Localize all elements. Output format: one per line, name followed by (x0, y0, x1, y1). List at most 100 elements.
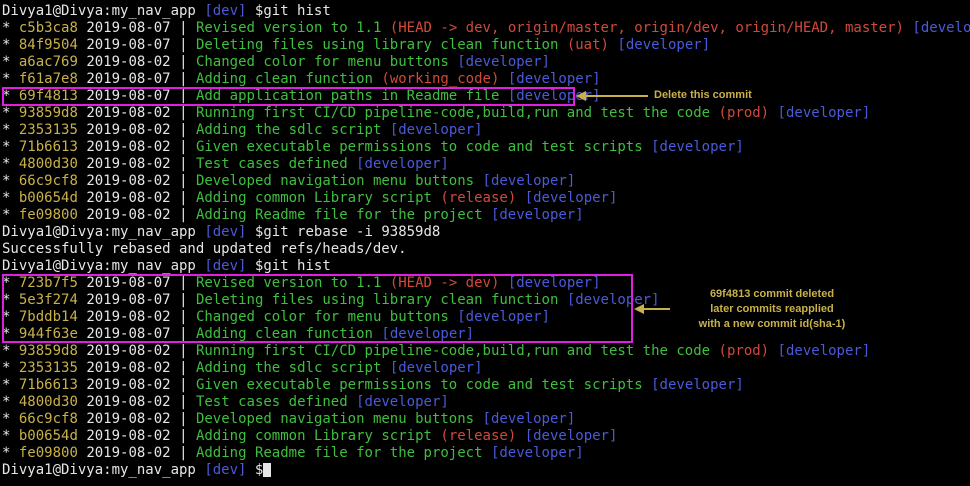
delete-commit-highlight (2, 87, 575, 106)
commit-hash: a6ac769 (18, 54, 78, 70)
commit-message: Test cases defined (195, 394, 348, 410)
arrow-icon (576, 91, 648, 101)
commit-author: [developer] (524, 428, 618, 444)
separator: | (179, 207, 188, 223)
commit-line: * 4800d30 2019-08-02 | Test cases define… (2, 394, 970, 411)
commit-ref: (prod) (718, 105, 770, 121)
commit-date: 2019-08-02 (86, 445, 171, 461)
commit-date: 2019-08-07 (86, 20, 171, 36)
commit-date: 2019-08-02 (86, 377, 171, 393)
graph-star: * (2, 190, 11, 206)
graph-star: * (2, 411, 11, 427)
separator: | (179, 394, 188, 410)
separator: | (179, 105, 188, 121)
separator: | (179, 37, 188, 53)
commit-date: 2019-08-02 (86, 105, 171, 121)
graph-star: * (2, 343, 11, 359)
commit-line: * 93859d8 2019-08-02 | Running first CI/… (2, 343, 970, 360)
commit-date: 2019-08-02 (86, 156, 171, 172)
commit-author: [developer] (356, 156, 449, 172)
commit-message: Changed color for menu buttons (195, 54, 449, 70)
commit-date: 2019-08-02 (86, 428, 171, 444)
commit-ref: (release) (440, 190, 517, 206)
text-cursor[interactable] (263, 463, 272, 477)
graph-star: * (2, 54, 11, 70)
prompt-user: Divya1@Divya:my_nav_app (2, 462, 196, 478)
commit-date: 2019-08-02 (86, 394, 171, 410)
commit-message: Running first CI/CD pipeline-code,build,… (195, 105, 711, 121)
commit-line: * 93859d8 2019-08-02 | Running first CI/… (2, 105, 970, 122)
commit-date: 2019-08-02 (86, 411, 171, 427)
separator: | (179, 411, 188, 427)
graph-star: * (2, 122, 11, 138)
commit-line: * 4800d30 2019-08-02 | Test cases define… (2, 156, 970, 173)
commit-ref: (prod) (718, 343, 770, 359)
commit-message: Adding Readme file for the project (195, 445, 483, 461)
reapplied-annotation-line: with a new commit id(sha-1) (698, 318, 846, 330)
separator: | (179, 190, 188, 206)
commit-hash: fe09800 (18, 207, 78, 223)
commit-author: [developer] (356, 394, 449, 410)
graph-star: * (2, 173, 11, 189)
graph-star: * (2, 71, 11, 87)
graph-star: * (2, 37, 11, 53)
commit-message: Adding common Library script (195, 190, 432, 206)
graph-star: * (2, 105, 11, 121)
prompt-command: $git rebase -i 93859d8 (254, 224, 441, 240)
separator: | (179, 122, 188, 138)
commit-line: * 2353135 2019-08-02 | Adding the sdlc s… (2, 360, 970, 377)
commit-message: Running first CI/CD pipeline-code,build,… (195, 343, 711, 359)
prompt-user: Divya1@Divya:my_nav_app (2, 224, 196, 240)
graph-star: * (2, 20, 11, 36)
commit-ref: (uat) (566, 37, 609, 53)
graph-star: * (2, 428, 11, 444)
commit-ref: (HEAD -> dev, origin/master, origin/dev,… (389, 20, 904, 36)
arrow-icon (634, 304, 670, 314)
commit-message: Adding clean function (195, 71, 373, 87)
commit-ref: (working_code) (381, 71, 500, 87)
commit-date: 2019-08-02 (86, 173, 171, 189)
reapplied-annotation-line: 69f4813 commit deleted (709, 288, 835, 300)
commit-line: * 71b6613 2019-08-02 | Given executable … (2, 377, 970, 394)
commit-line: * 66c9cf8 2019-08-02 | Developed navigat… (2, 411, 970, 428)
commit-date: 2019-08-02 (86, 54, 171, 70)
commit-hash: b00654d (18, 428, 78, 444)
commit-author: [developer] (651, 139, 744, 155)
commit-author: [developer] (912, 20, 970, 36)
commit-date: 2019-08-02 (86, 139, 171, 155)
prompt-command: $git hist (254, 3, 331, 19)
commit-hash: fe09800 (18, 445, 78, 461)
commit-author: [developer] (490, 445, 584, 461)
commit-date: 2019-08-02 (86, 122, 171, 138)
separator: | (179, 156, 188, 172)
separator: | (179, 377, 188, 393)
commit-message: Given executable permissions to code and… (195, 139, 643, 155)
commit-author: [developer] (777, 105, 871, 121)
commit-line: * 66c9cf8 2019-08-02 | Developed navigat… (2, 173, 970, 190)
commit-author: [developer] (482, 411, 576, 427)
commit-author: [developer] (490, 207, 584, 223)
commit-message: Adding common Library script (195, 428, 432, 444)
separator: | (179, 20, 188, 36)
graph-star: * (2, 445, 11, 461)
commit-author: [developer] (777, 343, 871, 359)
commit-message: Adding the sdlc script (195, 122, 382, 138)
commit-date: 2019-08-07 (86, 71, 171, 87)
commit-line: * fe09800 2019-08-02 | Adding Readme fil… (2, 445, 970, 462)
commit-ref: (release) (440, 428, 517, 444)
separator: | (179, 139, 188, 155)
commit-date: 2019-08-02 (86, 360, 171, 376)
commit-author: [developer] (617, 37, 711, 53)
separator: | (179, 71, 188, 87)
shell-prompt-line: Divya1@Divya:my_nav_app [dev] $ (2, 462, 970, 479)
commit-message: Revised version to 1.1 (195, 20, 382, 36)
commit-message: Developed navigation menu buttons (195, 411, 475, 427)
commit-author: [developer] (507, 71, 601, 87)
separator: | (179, 445, 188, 461)
output-text-line: Successfully rebased and updated refs/he… (2, 241, 970, 258)
commit-date: 2019-08-02 (86, 343, 171, 359)
commit-line: * b00654d 2019-08-02 | Adding common Lib… (2, 428, 970, 445)
prompt-branch: [dev] (204, 224, 247, 240)
commit-hash: 71b6613 (18, 139, 78, 155)
commit-line: * f61a7e8 2019-08-07 | Adding clean func… (2, 71, 970, 88)
